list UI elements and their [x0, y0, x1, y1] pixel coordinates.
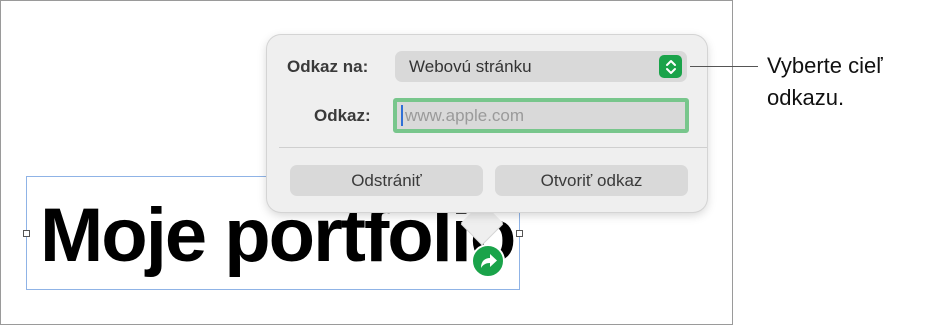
curved-arrow-icon — [481, 254, 497, 268]
link-field-label: Odkaz: — [314, 106, 371, 125]
link-url-input[interactable] — [393, 98, 689, 133]
callout-text: Vyberte cieľ odkazu. — [767, 50, 932, 114]
up-down-chevron-icon[interactable] — [659, 55, 682, 78]
link-badge-button[interactable] — [471, 244, 505, 278]
remove-link-button[interactable]: Odstrániť — [290, 165, 483, 196]
resize-handle-left[interactable] — [23, 230, 30, 237]
link-to-value: Webovú stránku — [409, 57, 532, 76]
callout-leader-line — [690, 66, 758, 67]
popover-divider — [279, 147, 707, 148]
text-caret — [401, 105, 403, 126]
open-link-button[interactable]: Otvoriť odkaz — [495, 165, 688, 196]
link-to-select[interactable]: Webovú stránku — [395, 51, 687, 82]
link-to-label: Odkaz na: — [287, 57, 369, 76]
resize-handle-right[interactable] — [516, 230, 523, 237]
callout-line-2: odkazu. — [767, 85, 845, 110]
callout-line-1: Vyberte cieľ — [767, 53, 883, 78]
